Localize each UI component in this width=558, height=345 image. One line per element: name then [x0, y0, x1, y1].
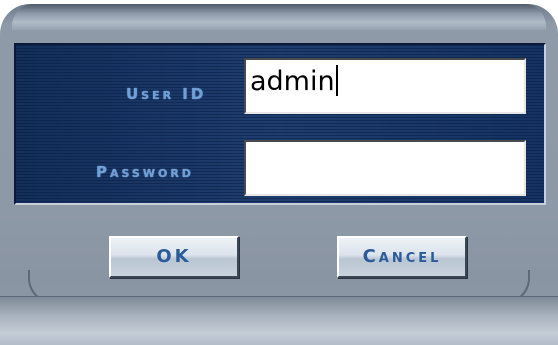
user-id-value: admin [250, 66, 335, 97]
text-caret [335, 65, 338, 96]
bottom-rail [0, 296, 558, 345]
top-bevel [12, 4, 546, 30]
password-input[interactable] [244, 140, 526, 196]
credentials-panel: User ID admin Password [14, 43, 546, 205]
login-window: User ID admin Password OK Cancel [0, 0, 558, 345]
user-id-label: User ID [126, 85, 207, 103]
password-label: Password [96, 163, 194, 181]
user-id-input[interactable]: admin [244, 58, 526, 114]
